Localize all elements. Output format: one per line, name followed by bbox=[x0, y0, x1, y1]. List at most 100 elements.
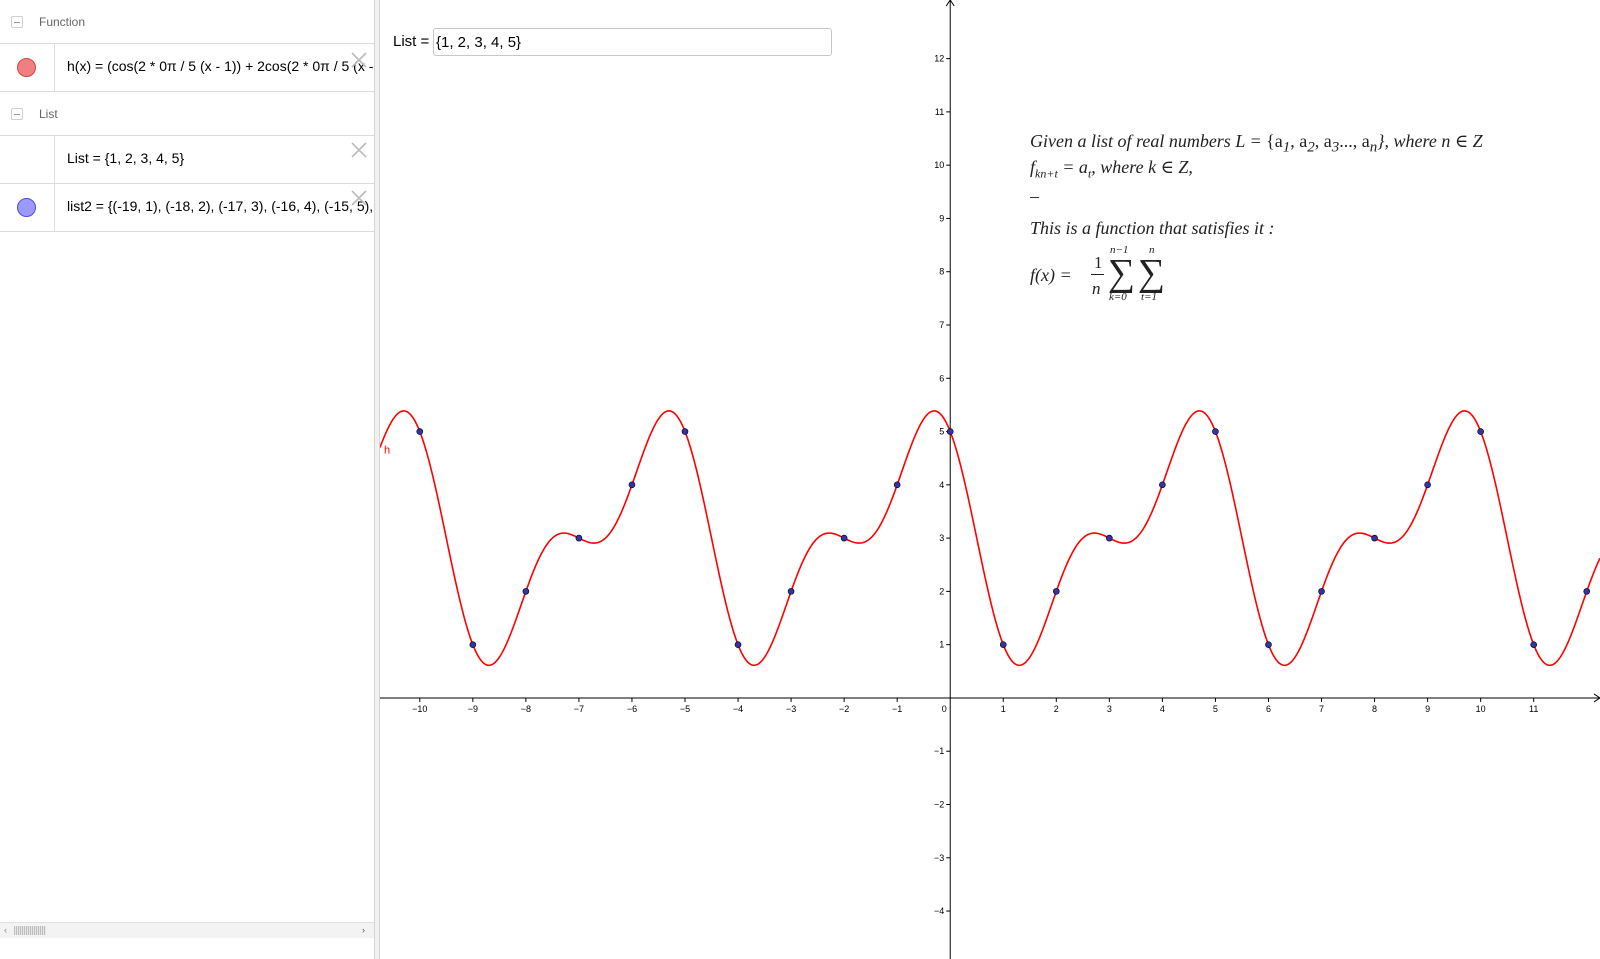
algebra-row-text[interactable]: list2 = {(-19, 1), (-18, 2), (-17, 3), (… bbox=[67, 198, 374, 214]
list2-point bbox=[734, 641, 742, 648]
group-title: Function bbox=[39, 15, 86, 29]
list2-point bbox=[946, 428, 954, 435]
scroll-right-icon[interactable]: › bbox=[362, 925, 365, 935]
list2-point bbox=[1265, 641, 1272, 648]
y-tick-label: 6 bbox=[939, 373, 944, 383]
x-tick-label: −6 bbox=[627, 704, 637, 714]
algebra-view: Function h(x) = (cos(2 * 0π / 5 (x - 1))… bbox=[0, 0, 374, 959]
list2-point bbox=[1583, 588, 1591, 595]
function-curve-h bbox=[380, 410, 1600, 667]
y-tick-label: 3 bbox=[939, 533, 944, 543]
x-tick-label: −2 bbox=[839, 704, 849, 714]
group-header-list[interactable]: List bbox=[0, 92, 374, 136]
list2-point bbox=[522, 588, 530, 595]
y-tick-label: 7 bbox=[939, 320, 944, 330]
x-tick-label: −3 bbox=[786, 704, 796, 714]
list2-point bbox=[999, 641, 1007, 648]
list2-point bbox=[469, 641, 477, 648]
y-tick-label: −2 bbox=[934, 799, 944, 809]
sum2-sigma: ∑ bbox=[1138, 252, 1166, 294]
formula-subscript: kn+t bbox=[1035, 166, 1058, 181]
visibility-marble[interactable] bbox=[17, 58, 36, 77]
list2-point bbox=[1053, 588, 1060, 595]
algebra-row-text[interactable]: List = {1, 2, 3, 4, 5} bbox=[67, 150, 184, 166]
list2-point bbox=[893, 481, 901, 489]
formula-line-3: – bbox=[1030, 186, 1039, 206]
formula-text-part: , a bbox=[1314, 131, 1332, 151]
x-tick-label: 6 bbox=[1266, 704, 1271, 714]
formula-line-4: This is a function that satisfies it : bbox=[1030, 218, 1275, 238]
x-tick-label: 11 bbox=[1529, 704, 1538, 714]
x-tick-label: −10 bbox=[412, 704, 427, 714]
y-tick-label: −3 bbox=[934, 853, 944, 863]
input-box-label: List = bbox=[393, 33, 430, 50]
x-tick-label: 5 bbox=[1213, 704, 1218, 714]
algebra-row-list2[interactable]: list2 = {(-19, 1), (-18, 2), (-17, 3), (… bbox=[0, 184, 374, 232]
x-tick-label: 1 bbox=[1001, 704, 1006, 714]
x-tick-label: 9 bbox=[1425, 704, 1430, 714]
x-tick-label: 3 bbox=[1107, 704, 1112, 714]
x-tick-label: 0 bbox=[942, 704, 947, 714]
y-tick-label: 10 bbox=[934, 160, 944, 170]
list2-point bbox=[628, 481, 636, 489]
marble-cell[interactable] bbox=[0, 184, 55, 231]
y-tick-label: 4 bbox=[939, 480, 944, 490]
algebra-row-list[interactable]: List = {1, 2, 3, 4, 5} bbox=[0, 136, 374, 184]
formula-text-part: {a bbox=[1266, 131, 1283, 151]
y-tick-label: 12 bbox=[934, 54, 944, 64]
y-tick-label: 2 bbox=[939, 586, 944, 596]
list2-point bbox=[1106, 534, 1113, 542]
collapse-icon[interactable] bbox=[11, 16, 23, 28]
delete-icon[interactable] bbox=[349, 140, 369, 160]
fraction-numerator: 1 bbox=[1094, 253, 1103, 272]
y-tick-label: 9 bbox=[939, 213, 944, 223]
horizontal-scrollbar[interactable]: ‹ › bbox=[0, 922, 374, 938]
formula-line-2: fkn+t = at, where k ∈ Z, bbox=[1030, 154, 1193, 187]
list2-point bbox=[416, 428, 424, 435]
formula-text[interactable]: Given a list of real numbers L = {a 1 , a2… bbox=[1030, 128, 1600, 318]
formula-text-part: Given a list of real numbers L = bbox=[1030, 131, 1262, 151]
list2-point bbox=[840, 534, 848, 542]
graphics-view[interactable]: −10 −9 −8 −7 −6 −5 −4 −3 −2 −1 0 1 2 3 4 5 6 7 8 9 10 11 12 11 1… bbox=[380, 0, 1600, 959]
delete-icon[interactable] bbox=[349, 188, 369, 208]
group-header-function[interactable]: Function bbox=[0, 0, 374, 44]
formula-text-part: , a bbox=[1290, 131, 1308, 151]
algebra-row-text[interactable]: h(x) = (cos(2 * 0π / 5 (x - 1)) + 2cos(2… bbox=[67, 58, 374, 74]
marble-cell[interactable] bbox=[0, 44, 55, 91]
list2-point bbox=[787, 588, 795, 595]
collapse-icon[interactable] bbox=[11, 108, 23, 120]
y-tick-label: −4 bbox=[934, 906, 944, 916]
list2-point bbox=[1159, 481, 1166, 489]
curve-label: h bbox=[384, 444, 390, 456]
formula-text-part: ..., a bbox=[1339, 131, 1370, 151]
list2-point bbox=[1212, 428, 1219, 435]
formula-lhs: f(x) = bbox=[1030, 265, 1072, 285]
y-tick-label: 1 bbox=[939, 640, 944, 650]
list2-point bbox=[1530, 641, 1537, 648]
x-tick-label: −5 bbox=[680, 704, 690, 714]
list-input-box[interactable]: {1, 2, 3, 4, 5} bbox=[433, 28, 832, 56]
x-tick-label: −4 bbox=[733, 704, 743, 714]
x-tick-label: 7 bbox=[1319, 704, 1324, 714]
delete-icon[interactable] bbox=[349, 50, 369, 70]
algebra-row-h[interactable]: h(x) = (cos(2 * 0π / 5 (x - 1)) + 2cos(2… bbox=[0, 44, 374, 92]
x-tick-label: 10 bbox=[1476, 704, 1486, 714]
sum2-lower-limit: t=1 bbox=[1141, 291, 1157, 303]
formula-text-part: }, where n ∈ Z bbox=[1377, 131, 1483, 151]
scroll-thumb[interactable] bbox=[14, 926, 46, 935]
x-tick-label: −8 bbox=[521, 704, 531, 714]
list2-point bbox=[575, 534, 583, 542]
visibility-marble[interactable] bbox=[17, 198, 36, 217]
formula-text-part: = a bbox=[1057, 157, 1088, 177]
list2-point bbox=[1318, 588, 1325, 595]
x-tick-label: −9 bbox=[468, 704, 478, 714]
y-tick-label: −1 bbox=[934, 746, 944, 756]
x-tick-label: −1 bbox=[892, 704, 902, 714]
list2-point bbox=[1371, 534, 1378, 542]
fraction-bar bbox=[1091, 274, 1104, 275]
scroll-left-icon[interactable]: ‹ bbox=[4, 925, 7, 935]
list2-point bbox=[1424, 481, 1431, 489]
x-tick-label: −7 bbox=[574, 704, 584, 714]
formula-text-part: , where k ∈ Z, bbox=[1091, 157, 1193, 177]
sum1-sigma: ∑ bbox=[1108, 252, 1136, 294]
